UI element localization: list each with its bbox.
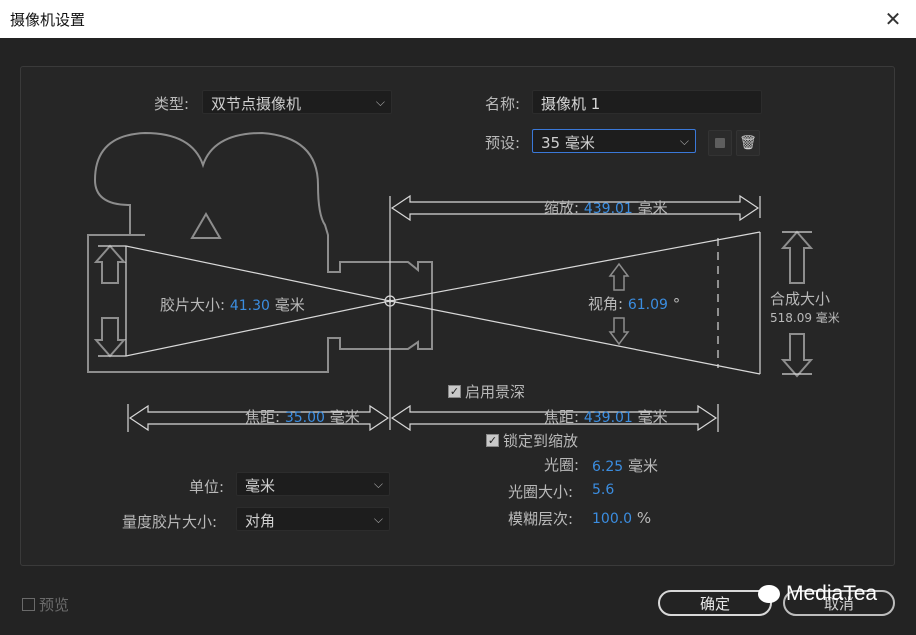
preset-value: 35 毫米: [541, 134, 595, 152]
camera-body-outline: [87, 131, 433, 373]
zoom-unit: 毫米: [637, 199, 668, 217]
type-value: 双节点摄像机: [211, 95, 302, 113]
angle-readout: 视角: 61.09 °: [588, 293, 680, 314]
enable-dof-checkbox[interactable]: ✓ 启用景深: [448, 381, 525, 402]
focal-right-unit: 毫米: [637, 408, 668, 426]
name-input[interactable]: 摄像机 1: [532, 90, 762, 114]
aperture-label: 光圈:: [544, 456, 580, 474]
comp-size-label: 合成大小: [770, 290, 831, 308]
blur-label: 模糊层次:: [508, 510, 574, 528]
film-size-readout: 胶片大小: 41.30 毫米: [160, 294, 305, 315]
focal-left-label: 焦距:: [245, 408, 281, 426]
film-size-unit: 毫米: [274, 296, 305, 314]
enable-dof-label: 启用景深: [465, 383, 526, 401]
watermark-text: MediaTea: [786, 582, 878, 605]
film-down-arrow-icon: [93, 317, 127, 358]
angle-down-arrow-icon: [608, 317, 630, 346]
fstop-value[interactable]: 5.6: [592, 482, 614, 498]
aperture-value[interactable]: 6.25: [592, 459, 623, 475]
delete-preset-button[interactable]: 🗑: [736, 130, 760, 156]
measure-film-label: 量度胶片大小:: [122, 513, 218, 531]
lens-ray-top: [125, 231, 761, 302]
wechat-icon: [758, 585, 780, 603]
chevron-down-icon: ⌵: [373, 512, 383, 526]
angle-label: 视角:: [588, 295, 624, 313]
viewfinder-triangle-icon: [190, 212, 222, 239]
save-preset-button[interactable]: [708, 130, 732, 156]
angle-up-arrow-icon: [608, 262, 630, 291]
measure-film-select[interactable]: 对角 ⌵: [236, 507, 390, 531]
preview-checkbox[interactable]: 预览: [22, 594, 69, 615]
comp-up-arrow-icon: [780, 230, 814, 284]
aperture-readout: 6.25 毫米: [592, 455, 658, 476]
comp-size-value: 518.09 毫米: [770, 311, 840, 325]
lock-zoom-checkbox[interactable]: ✓ 锁定到缩放: [486, 430, 578, 451]
zoom-value[interactable]: 439.01: [584, 201, 633, 217]
name-label: 名称:: [485, 95, 521, 113]
zoom-label: 缩放:: [544, 199, 580, 217]
checkbox-unchecked-icon: [22, 598, 35, 611]
units-label: 单位:: [189, 478, 225, 496]
focal-left-unit: 毫米: [329, 408, 360, 426]
film-size-label: 胶片大小:: [160, 296, 226, 314]
checkbox-checked-icon: ✓: [448, 385, 461, 398]
focal-right-readout: 焦距: 439.01 毫米: [544, 406, 668, 427]
watermark: MediaTea: [758, 582, 877, 606]
film-size-value[interactable]: 41.30: [230, 298, 270, 314]
focal-left-readout: 焦距: 35.00 毫米: [245, 406, 360, 427]
save-preset-icon: [715, 138, 725, 148]
lock-zoom-label: 锁定到缩放: [503, 432, 579, 450]
measure-film-value: 对角: [245, 512, 276, 530]
units-select[interactable]: 毫米 ⌵: [236, 472, 390, 496]
units-value: 毫米: [245, 477, 276, 495]
chevron-down-icon: ⌵: [373, 477, 383, 491]
blur-readout: 100.0 %: [592, 509, 651, 527]
preset-select[interactable]: 35 毫米 ⌵: [532, 129, 696, 153]
type-select[interactable]: 双节点摄像机 ⌵: [202, 90, 392, 114]
fstop-label: 光圈大小:: [508, 483, 574, 501]
zoom-readout: 缩放: 439.01 毫米: [544, 197, 668, 218]
focal-right-label: 焦距:: [544, 408, 580, 426]
preview-label: 预览: [39, 596, 70, 614]
focal-left-value[interactable]: 35.00: [285, 410, 325, 426]
blur-unit: %: [636, 509, 652, 527]
ok-button[interactable]: 确定: [658, 590, 772, 616]
preset-label: 预设:: [485, 134, 521, 152]
trash-icon: 🗑: [739, 135, 757, 151]
film-up-arrow-icon: [93, 244, 127, 284]
focal-right-value[interactable]: 439.01: [584, 410, 633, 426]
blur-value[interactable]: 100.0: [592, 511, 632, 527]
checkbox-checked-icon: ✓: [486, 434, 499, 447]
angle-value[interactable]: 61.09: [628, 297, 668, 313]
comp-down-arrow-icon: [780, 333, 814, 378]
chevron-down-icon: ⌵: [375, 95, 385, 109]
aperture-unit: 毫米: [627, 457, 658, 475]
chevron-down-icon: ⌵: [679, 134, 689, 148]
type-label: 类型:: [154, 95, 190, 113]
angle-unit: °: [672, 295, 681, 313]
